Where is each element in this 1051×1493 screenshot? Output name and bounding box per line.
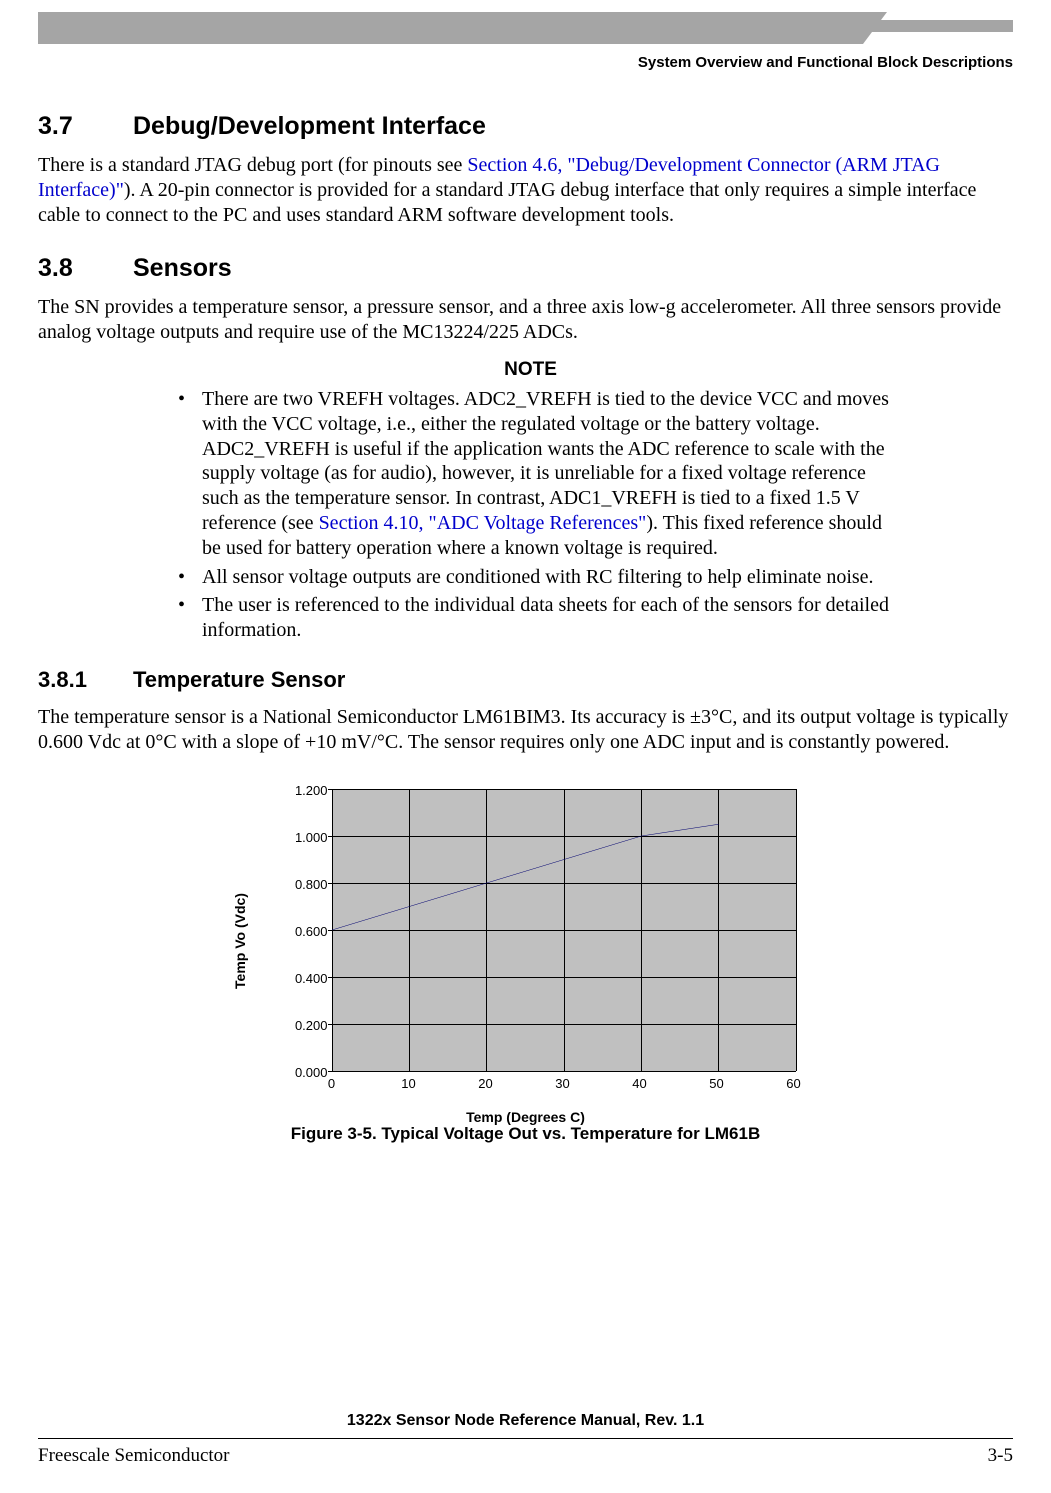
figure: Temp Vo (Vdc) 1.200 1.000 0.800 0.600 0.… [38, 781, 1013, 1144]
x-tick-label: 40 [620, 1076, 660, 1091]
chart-x-axis-label: Temp (Degrees C) [246, 1109, 806, 1125]
footer-doc-title: 1322x Sensor Node Reference Manual, Rev.… [38, 1412, 1013, 1430]
x-tick-label: 60 [774, 1076, 814, 1091]
heading-3-8-1: 3.8.1Temperature Sensor [38, 667, 1013, 693]
running-header: System Overview and Functional Block Des… [638, 54, 1013, 71]
heading-text: Debug/Development Interface [133, 112, 486, 140]
xref-link[interactable]: Section 4.10, "ADC Voltage References" [319, 512, 647, 534]
heading-number: 3.8 [38, 254, 133, 283]
list-item: The user is referenced to the individual… [168, 593, 893, 643]
x-tick-label: 50 [697, 1076, 737, 1091]
figure-caption: Figure 3-5. Typical Voltage Out vs. Temp… [38, 1124, 1013, 1144]
x-tick-label: 10 [389, 1076, 429, 1091]
y-tick-label: 0.800 [282, 877, 328, 892]
heading-number: 3.7 [38, 112, 133, 141]
y-tick-label: 0.200 [282, 1018, 328, 1033]
paragraph: There is a standard JTAG debug port (for… [38, 153, 1013, 228]
x-tick-label: 20 [466, 1076, 506, 1091]
data-series-line [332, 789, 796, 1071]
paragraph: The temperature sensor is a National Sem… [38, 705, 1013, 755]
list-item: All sensor voltage outputs are condition… [168, 565, 893, 590]
note-block: NOTE There are two VREFH voltages. ADC2_… [168, 359, 893, 643]
page-footer: 1322x Sensor Node Reference Manual, Rev.… [38, 1412, 1013, 1467]
footer-left: Freescale Semiconductor [38, 1445, 230, 1467]
heading-number: 3.8.1 [38, 667, 133, 693]
y-tick-label: 0.400 [282, 971, 328, 986]
list-item: There are two VREFH voltages. ADC2_VREFH… [168, 387, 893, 561]
header-accent-tab [853, 20, 1013, 32]
header-accent-bar [38, 12, 863, 44]
chart-y-axis-label: Temp Vo (Vdc) [232, 893, 248, 989]
paragraph: The SN provides a temperature sensor, a … [38, 295, 1013, 345]
heading-text: Sensors [133, 254, 232, 282]
heading-3-7: 3.7Debug/Development Interface [38, 112, 1013, 141]
footer-rule [38, 1438, 1013, 1439]
chart: Temp Vo (Vdc) 1.200 1.000 0.800 0.600 0.… [246, 781, 806, 1101]
note-list: There are two VREFH voltages. ADC2_VREFH… [168, 387, 893, 643]
note-title: NOTE [168, 359, 893, 381]
x-tick-label: 30 [543, 1076, 583, 1091]
heading-text: Temperature Sensor [133, 667, 345, 692]
plot-area [332, 789, 796, 1071]
page-content: 3.7Debug/Development Interface There is … [38, 104, 1013, 1144]
y-tick-label: 0.600 [282, 924, 328, 939]
x-tick-label: 0 [312, 1076, 352, 1091]
footer-page-number: 3-5 [988, 1445, 1013, 1467]
heading-3-8: 3.8Sensors [38, 254, 1013, 283]
y-tick-label: 1.000 [282, 830, 328, 845]
y-tick-label: 1.200 [282, 783, 328, 798]
